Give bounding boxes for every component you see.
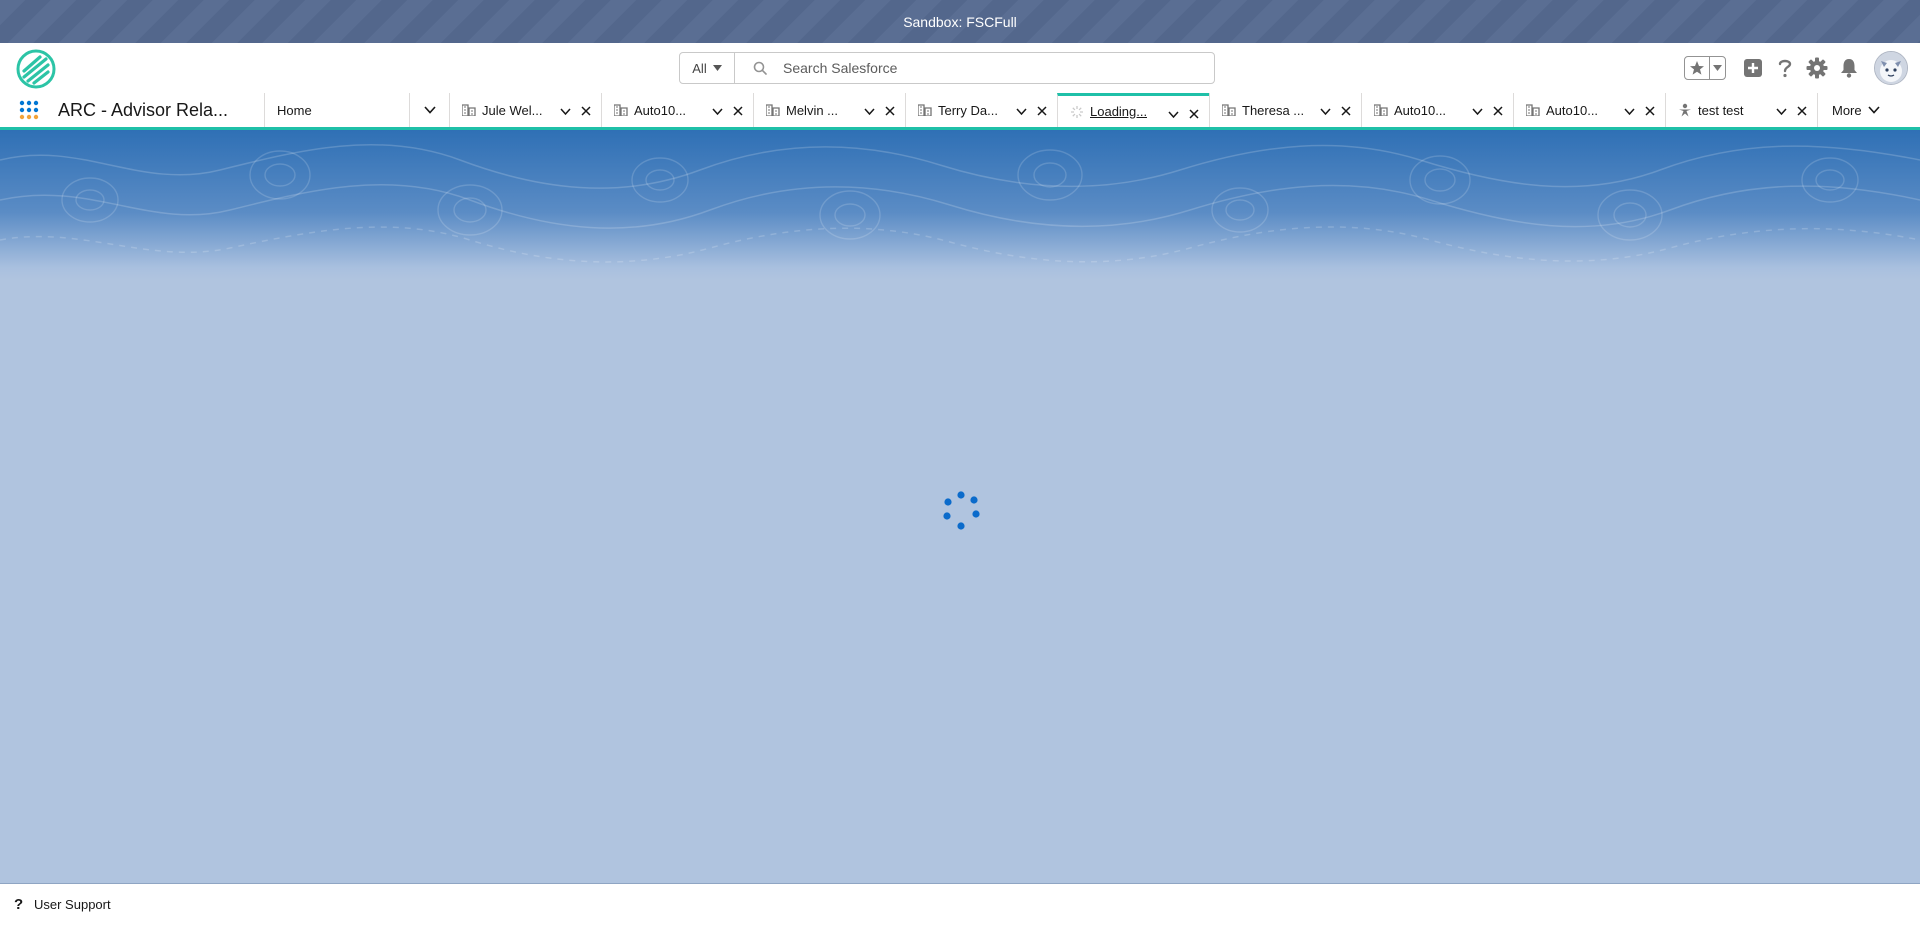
tab-label: Auto10... xyxy=(634,102,687,118)
favorites-list-chevron-icon[interactable] xyxy=(1710,65,1725,71)
close-tab-icon[interactable] xyxy=(1037,104,1047,119)
close-tab-icon[interactable] xyxy=(885,104,895,119)
tab-menu-chevron-icon[interactable] xyxy=(1776,104,1787,119)
close-tab-icon[interactable] xyxy=(733,104,743,119)
utility-bar: ? User Support xyxy=(0,883,1920,925)
navigation-menu-button[interactable] xyxy=(409,93,449,127)
caret-down-icon xyxy=(712,65,722,71)
close-tab-icon[interactable] xyxy=(1189,107,1199,122)
tab-menu-chevron-icon[interactable] xyxy=(712,104,723,119)
tab-home[interactable]: Home xyxy=(264,93,409,127)
tab-label: test test xyxy=(1698,102,1744,118)
tab-menu-chevron-icon[interactable] xyxy=(1472,104,1483,119)
loading-icon xyxy=(1070,105,1084,119)
search-icon xyxy=(753,61,767,75)
workspace-tab[interactable]: Jule Wel... xyxy=(449,93,601,127)
tab-label: Melvin ... xyxy=(786,102,839,118)
header-utility-icons xyxy=(1684,43,1920,93)
company-logo[interactable] xyxy=(16,49,56,89)
more-label: More xyxy=(1832,102,1862,118)
workspace-tab[interactable]: Theresa ... xyxy=(1209,93,1361,127)
close-tab-icon[interactable] xyxy=(1493,104,1503,119)
account-icon xyxy=(1222,104,1236,116)
topographic-pattern xyxy=(0,143,1920,263)
help-icon[interactable]: ? xyxy=(14,896,26,913)
workspace-tab[interactable]: Auto10... xyxy=(601,93,753,127)
tab-menu-chevron-icon[interactable] xyxy=(560,104,571,119)
account-icon xyxy=(1526,104,1540,116)
account-icon xyxy=(614,104,628,116)
workspace-tab[interactable]: Auto10... xyxy=(1513,93,1665,127)
main-content-area xyxy=(0,130,1920,883)
workspace-tab-active[interactable]: Loading... xyxy=(1057,93,1209,127)
more-tabs-button[interactable]: More xyxy=(1817,93,1920,127)
tab-label: Terry Da... xyxy=(938,102,998,118)
tab-label: Theresa ... xyxy=(1242,102,1305,118)
loading-spinner xyxy=(940,490,982,532)
topographic-banner xyxy=(0,130,1920,280)
tab-label: Loading... xyxy=(1090,104,1148,119)
tab-menu-chevron-icon[interactable] xyxy=(1168,107,1179,122)
user-support-link[interactable]: User Support xyxy=(34,897,111,912)
app-launcher-icon[interactable] xyxy=(0,93,58,127)
chevron-down-icon xyxy=(1868,106,1880,114)
search-scope-dropdown[interactable]: All xyxy=(680,53,735,83)
close-tab-icon[interactable] xyxy=(1645,104,1655,119)
workspace-tab[interactable]: test test xyxy=(1665,93,1817,127)
help-icon[interactable] xyxy=(1770,53,1800,83)
favorites-star-icon[interactable] xyxy=(1685,57,1710,79)
global-actions-plus-icon[interactable] xyxy=(1738,53,1768,83)
tab-label: Auto10... xyxy=(1546,102,1599,118)
tab-label: Home xyxy=(277,102,312,118)
tab-menu-chevron-icon[interactable] xyxy=(1624,104,1635,119)
search-input[interactable] xyxy=(781,59,1185,77)
close-tab-icon[interactable] xyxy=(581,104,591,119)
tab-menu-chevron-icon[interactable] xyxy=(1320,104,1331,119)
account-icon xyxy=(766,104,780,116)
sandbox-label: Sandbox: FSCFull xyxy=(903,13,1017,30)
account-icon xyxy=(462,104,476,116)
global-header: All xyxy=(0,43,1920,93)
app-name: ARC - Advisor Rela... xyxy=(58,99,229,120)
search-scope-label: All xyxy=(692,60,707,76)
account-icon xyxy=(918,104,932,116)
workspace-tab[interactable]: Auto10... xyxy=(1361,93,1513,127)
favorites-group xyxy=(1684,56,1726,80)
notifications-bell-icon[interactable] xyxy=(1834,53,1864,83)
tab-menu-chevron-icon[interactable] xyxy=(1016,104,1027,119)
close-tab-icon[interactable] xyxy=(1341,104,1351,119)
workspace-tab[interactable]: Melvin ... xyxy=(753,93,905,127)
search-field xyxy=(735,53,1214,83)
console-tab-bar: ARC - Advisor Rela... Home Jule Wel... A… xyxy=(0,93,1920,130)
tab-menu-chevron-icon[interactable] xyxy=(864,104,875,119)
user-avatar[interactable] xyxy=(1874,51,1908,85)
tab-label: Auto10... xyxy=(1394,102,1447,118)
workspace-tab[interactable]: Terry Da... xyxy=(905,93,1057,127)
account-icon xyxy=(1374,104,1388,116)
close-tab-icon[interactable] xyxy=(1797,104,1807,119)
sandbox-banner: Sandbox: FSCFull xyxy=(0,0,1920,43)
tab-label: Jule Wel... xyxy=(482,102,543,118)
global-search: All xyxy=(679,52,1215,84)
chevron-down-icon xyxy=(423,106,436,114)
person-account-icon xyxy=(1678,103,1692,117)
setup-gear-icon[interactable] xyxy=(1802,53,1832,83)
